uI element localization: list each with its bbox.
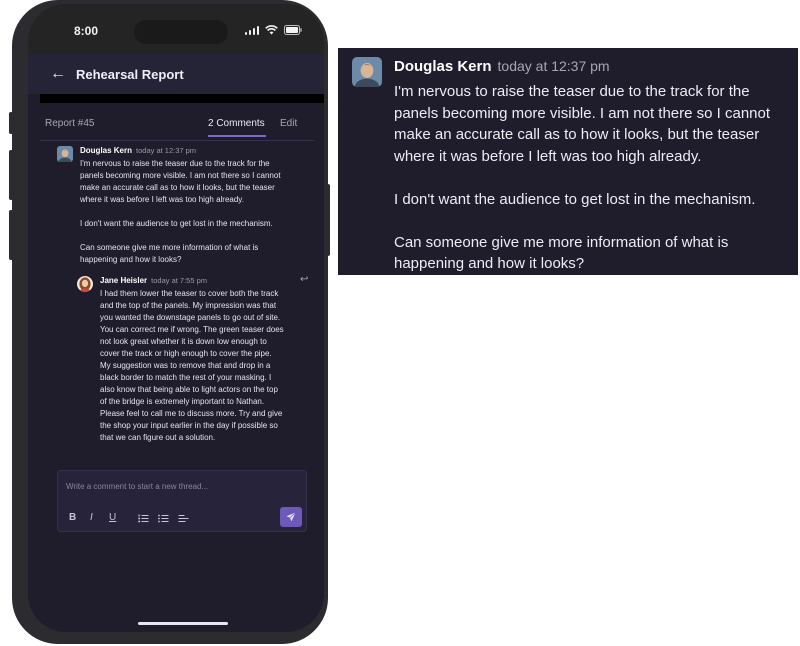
status-icons — [244, 25, 303, 35]
app-header: ← Rehearsal Report — [28, 54, 324, 94]
comment-author: Jane Heisler — [100, 276, 148, 285]
comment-body: I'm nervous to raise the teaser due to t… — [394, 83, 771, 272]
divider — [40, 140, 314, 141]
comment-time: today at 7:55 pm — [151, 276, 208, 285]
tab-edit[interactable]: Edit — [280, 118, 297, 129]
avatar — [352, 57, 382, 87]
phone-volume-down — [9, 210, 13, 260]
avatar — [77, 276, 93, 292]
header-band — [40, 94, 324, 103]
align-left-icon[interactable] — [178, 514, 189, 523]
back-arrow-icon[interactable]: ← — [50, 66, 66, 82]
wifi-icon — [265, 25, 278, 35]
bold-button[interactable]: B — [69, 513, 76, 523]
comment-jane: Jane Heisler today at 7:55 pm I had them … — [77, 276, 317, 451]
comment-douglas: Douglas Kern today at 12:37 pm I'm nervou… — [57, 146, 317, 266]
comment-time: today at 12:37 pm — [136, 146, 197, 155]
send-button[interactable] — [280, 507, 302, 527]
comment-body: I'm nervous to raise the teaser due to t… — [80, 159, 281, 264]
comment-author-line: Jane Heisler today at 7:55 pm — [100, 276, 207, 285]
comment-time: today at 12:37 pm — [497, 58, 610, 74]
ordered-list-icon[interactable] — [138, 514, 149, 523]
battery-icon — [284, 25, 302, 35]
italic-button[interactable]: I — [90, 513, 93, 523]
comment-author-line: Douglas Kern today at 12:37 pm — [394, 58, 610, 75]
avatar — [57, 146, 73, 162]
status-time: 8:00 — [74, 24, 99, 38]
phone-screen: 8:00 ← Rehearsal Report Report #45 2 Com… — [28, 4, 324, 632]
home-indicator[interactable] — [138, 622, 228, 625]
tab-comments[interactable]: 2 Comments — [208, 118, 265, 129]
tabs-row: Report #45 2 Comments Edit — [28, 112, 324, 140]
zoomed-comment-panel: Douglas Kern today at 12:37 pm I'm nervou… — [338, 48, 798, 275]
comment-author: Douglas Kern — [394, 58, 492, 75]
dynamic-island — [134, 20, 228, 44]
comment-author-line: Douglas Kern today at 12:37 pm — [80, 146, 196, 155]
phone-side-button — [9, 112, 13, 134]
phone-volume-up — [9, 150, 13, 200]
reply-icon[interactable]: ↩ — [300, 274, 308, 285]
phone-frame: 8:00 ← Rehearsal Report Report #45 2 Com… — [9, 0, 330, 644]
comment-author: Douglas Kern — [80, 146, 133, 155]
comment-input[interactable] — [66, 479, 286, 493]
active-tab-indicator — [208, 135, 266, 137]
report-number: Report #45 — [45, 118, 95, 129]
underline-button[interactable]: U — [109, 513, 116, 523]
send-icon — [286, 512, 296, 522]
bullet-list-icon[interactable] — [158, 514, 169, 523]
page-title: Rehearsal Report — [76, 66, 184, 82]
signal-icon — [244, 25, 259, 35]
comment-composer: B I U — [57, 470, 307, 532]
phone-power-button — [326, 184, 330, 256]
comment-body: I had them lower the teaser to cover bot… — [100, 289, 284, 442]
status-bar: 8:00 — [28, 4, 324, 54]
